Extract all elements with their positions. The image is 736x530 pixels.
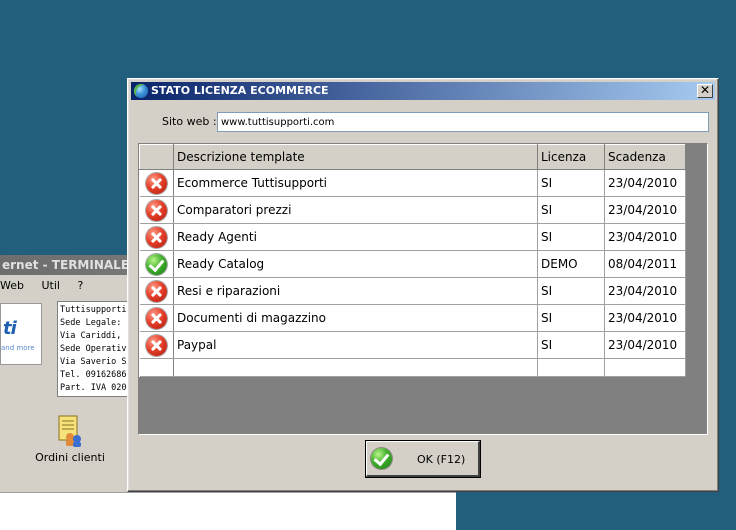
info-line: Sede Operativ (60, 344, 127, 354)
cell-descrizione: Ready Agenti (173, 223, 538, 251)
ordini-clienti-label: Ordini clienti (35, 451, 105, 464)
menu-util[interactable]: Util (41, 277, 59, 295)
ordini-clienti-shortcut[interactable]: Ordini clienti (20, 415, 120, 464)
error-x-icon (145, 172, 167, 194)
row-status-cell (139, 358, 174, 377)
info-line: Tuttisupporti S (60, 305, 128, 315)
cell-scadenza: 23/04/2010 (604, 277, 686, 305)
error-x-icon (145, 334, 167, 356)
license-table: Descrizione template Licenza Scadenza Ec… (139, 144, 686, 377)
cell-licenza: DEMO (537, 250, 605, 278)
info-line: Sede Legale: (60, 318, 122, 328)
column-header-scadenza[interactable]: Scadenza (604, 144, 686, 170)
menu-help[interactable]: ? (77, 277, 83, 295)
stato-licenza-dialog: STATO LICENZA ECOMMERCE ✕ Sito web : Des… (127, 78, 719, 492)
cell-descrizione: Documenti di magazzino (173, 304, 538, 332)
cell-scadenza: 23/04/2010 (604, 196, 686, 224)
background-white-panel (0, 492, 456, 530)
error-x-icon (145, 199, 167, 221)
cell-descrizione: Ready Catalog (173, 250, 538, 278)
row-status-cell (139, 331, 174, 359)
cell-licenza: SI (537, 304, 605, 332)
info-line: Via Saverio Sc (60, 357, 129, 367)
table-row[interactable]: Resi e riparazioni SI 23/04/2010 (139, 277, 686, 305)
table-row[interactable]: Ready Agenti SI 23/04/2010 (139, 223, 686, 251)
row-status-cell (139, 169, 174, 197)
table-row[interactable]: Ecommerce Tuttisupporti SI 23/04/2010 (139, 169, 686, 197)
logo-mark: ti (3, 318, 17, 339)
error-x-icon (145, 280, 167, 302)
row-status-cell (139, 250, 174, 278)
column-header-licenza[interactable]: Licenza (537, 144, 605, 170)
table-row[interactable]: Comparatori prezzi SI 23/04/2010 (139, 196, 686, 224)
cell-scadenza: 23/04/2010 (604, 223, 686, 251)
column-header-descrizione[interactable]: Descrizione template (173, 144, 538, 170)
cell-empty (604, 358, 686, 377)
table-new-row[interactable] (139, 358, 686, 377)
cell-scadenza: 23/04/2010 (604, 169, 686, 197)
error-x-icon (145, 307, 167, 329)
cell-licenza: SI (537, 169, 605, 197)
cell-empty (537, 358, 605, 377)
cell-licenza: SI (537, 277, 605, 305)
table-row[interactable]: Paypal SI 23/04/2010 (139, 331, 686, 359)
table-row[interactable]: Documenti di magazzino SI 23/04/2010 (139, 304, 686, 332)
cell-licenza: SI (537, 196, 605, 224)
dialog-title: STATO LICENZA ECOMMERCE (151, 84, 329, 97)
cell-empty (173, 358, 538, 377)
cell-scadenza: 08/04/2011 (604, 250, 686, 278)
site-web-label: Sito web : (162, 115, 217, 128)
info-line: Via Cariddi, 2c (60, 331, 128, 341)
cell-scadenza: 23/04/2010 (604, 304, 686, 332)
site-web-input[interactable] (217, 112, 709, 132)
globe-icon (134, 84, 148, 98)
info-line: Tel. 09162686 (60, 370, 127, 380)
cell-descrizione: Paypal (173, 331, 538, 359)
company-logo: ti and more (0, 303, 42, 365)
cell-descrizione: Comparatori prezzi (173, 196, 538, 224)
row-status-cell (139, 277, 174, 305)
cell-scadenza: 23/04/2010 (604, 331, 686, 359)
checkmark-ok-icon (145, 253, 167, 275)
checkmark-ok-icon (371, 448, 392, 469)
ok-button[interactable]: OK (F12) (366, 441, 480, 477)
row-indicator-header (139, 144, 174, 170)
dialog-titlebar[interactable]: STATO LICENZA ECOMMERCE ✕ (131, 82, 715, 100)
row-status-cell (139, 304, 174, 332)
license-grid-area[interactable]: Descrizione template Licenza Scadenza Ec… (138, 143, 708, 435)
cell-licenza: SI (537, 331, 605, 359)
row-status-cell (139, 196, 174, 224)
company-info-box: Tuttisupporti S Sede Legale: Via Cariddi… (57, 301, 129, 397)
cell-licenza: SI (537, 223, 605, 251)
menu-web[interactable]: Web (0, 277, 24, 295)
cell-descrizione: Ecommerce Tuttisupporti (173, 169, 538, 197)
cell-descrizione: Resi e riparazioni (173, 277, 538, 305)
table-row[interactable]: Ready Catalog DEMO 08/04/2011 (139, 250, 686, 278)
row-status-cell (139, 223, 174, 251)
table-header-row: Descrizione template Licenza Scadenza (139, 144, 686, 170)
ok-button-label: OK (F12) (417, 453, 466, 466)
close-button[interactable]: ✕ (697, 84, 713, 98)
logo-subtitle: and more (1, 344, 35, 352)
orders-clipboard-icon (57, 415, 83, 447)
error-x-icon (145, 226, 167, 248)
info-line: Part. IVA 0209 (60, 383, 129, 393)
background-menubar: Web Util ? (0, 277, 97, 295)
